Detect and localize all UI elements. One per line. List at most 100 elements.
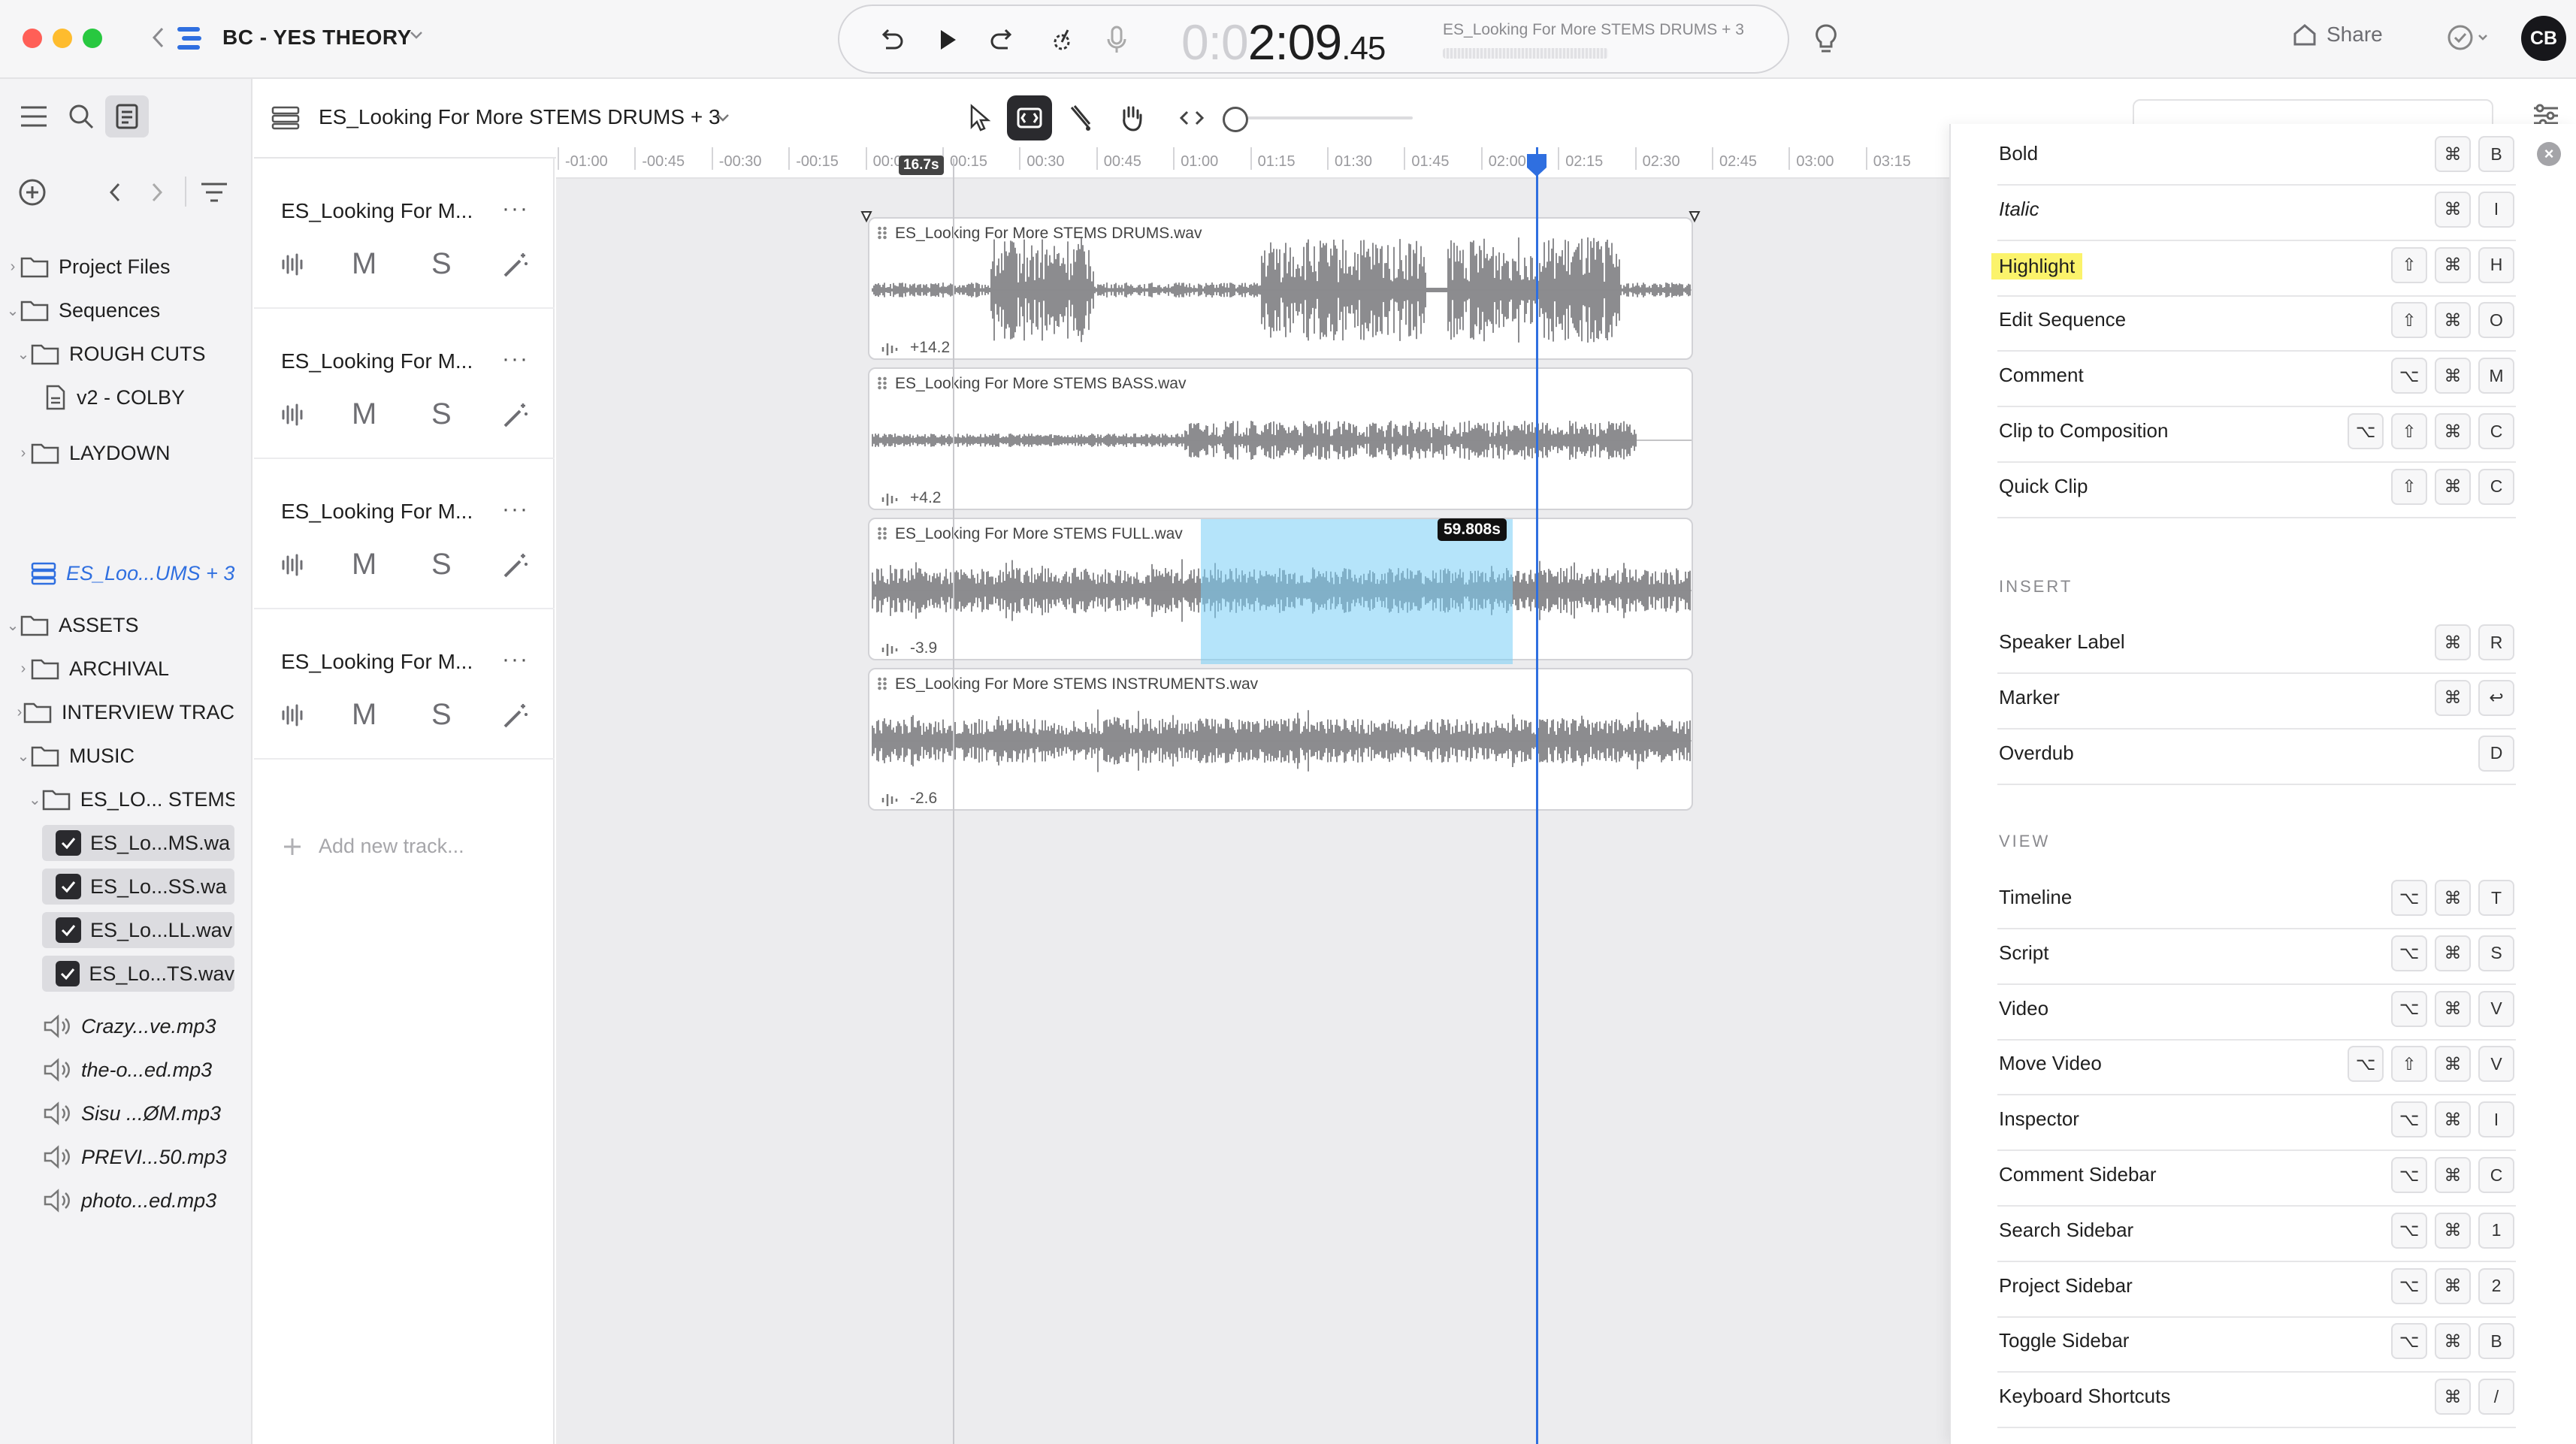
sidebar-item-stem-drums[interactable]: ES_Lo...MS.wa bbox=[42, 825, 234, 861]
sidebar-item-audio-file[interactable]: photo...ed.mp3 bbox=[42, 1183, 234, 1219]
chevron-down-icon[interactable]: ⌄ bbox=[17, 345, 30, 364]
solo-button[interactable]: S bbox=[431, 397, 452, 431]
magic-wand-icon[interactable] bbox=[500, 551, 531, 581]
sidebar-item-project-files[interactable]: › Project Files bbox=[6, 249, 246, 285]
project-title[interactable]: BC - YES THEORY bbox=[222, 26, 412, 50]
checkbox-checked[interactable] bbox=[56, 830, 81, 856]
zoom-slider-handle[interactable] bbox=[1223, 107, 1248, 132]
waveform-icon[interactable] bbox=[280, 252, 305, 277]
redo-icon[interactable] bbox=[988, 26, 1017, 54]
clip-gain[interactable]: +14.2 bbox=[910, 339, 950, 357]
audio-clip[interactable]: ES_Looking For More STEMS BASS.wav +4.2 bbox=[868, 367, 1693, 510]
chevron-down-icon[interactable]: ⌄ bbox=[6, 616, 20, 635]
menu-icon[interactable] bbox=[18, 101, 50, 131]
sequence-list-icon[interactable] bbox=[271, 105, 301, 131]
add-track-button[interactable]: Add new track... bbox=[281, 835, 464, 858]
track-name[interactable]: ES_Looking For M... bbox=[281, 199, 473, 223]
chevron-right-icon[interactable]: › bbox=[17, 445, 30, 462]
clip-start-pin-icon[interactable] bbox=[860, 210, 873, 225]
clip-gain[interactable]: +4.2 bbox=[910, 489, 941, 507]
clip-gain[interactable]: -3.9 bbox=[910, 639, 937, 657]
filter-icon[interactable] bbox=[198, 180, 230, 205]
close-window-button[interactable] bbox=[23, 29, 42, 48]
checkbox-checked[interactable] bbox=[56, 874, 81, 899]
timeline-canvas[interactable]: ES_Looking For More STEMS DRUMS.wav +14.… bbox=[556, 159, 1949, 1444]
search-icon[interactable] bbox=[66, 101, 96, 131]
nav-back-icon[interactable] bbox=[105, 180, 125, 205]
chevron-right-icon[interactable]: › bbox=[6, 258, 20, 276]
expand-width-icon[interactable] bbox=[1177, 107, 1207, 129]
track-name[interactable]: ES_Looking For M... bbox=[281, 650, 473, 674]
pointer-tool-button[interactable] bbox=[956, 95, 1001, 140]
close-panel-button[interactable]: × bbox=[2537, 142, 2561, 166]
track-name[interactable]: ES_Looking For M... bbox=[281, 500, 473, 524]
sidebar-item-interview-tracks[interactable]: › INTERVIEW TRAC bbox=[17, 694, 234, 730]
sequence-title[interactable]: ES_Looking For More STEMS DRUMS + 3 bbox=[319, 105, 721, 129]
avatar[interactable]: CB bbox=[2521, 16, 2566, 61]
checkbox-checked[interactable] bbox=[56, 961, 80, 986]
back-chevron-icon[interactable] bbox=[150, 26, 165, 50]
solo-button[interactable]: S bbox=[431, 548, 452, 582]
metronome-icon[interactable] bbox=[1047, 24, 1077, 54]
playhead-line[interactable] bbox=[1536, 147, 1538, 1444]
chevron-down-icon[interactable]: ⌄ bbox=[29, 790, 41, 809]
play-icon[interactable] bbox=[934, 26, 961, 54]
chevron-down-icon[interactable]: ⌄ bbox=[17, 747, 30, 766]
status-check-icon[interactable] bbox=[2447, 23, 2492, 53]
sidebar-item-stem-full[interactable]: ES_Lo...LL.wav bbox=[42, 912, 234, 948]
hand-tool-button[interactable] bbox=[1109, 95, 1154, 140]
sequence-dropdown-chevron-icon[interactable] bbox=[715, 113, 730, 123]
track-name[interactable]: ES_Looking For M... bbox=[281, 349, 473, 373]
sidebar-item-rough-cuts[interactable]: ⌄ ROUGH CUTS bbox=[17, 336, 246, 372]
sidebar-item-audio-file[interactable]: PREVI...50.mp3 bbox=[42, 1139, 234, 1175]
zoom-window-button[interactable] bbox=[83, 29, 102, 48]
sidebar-item-audio-file[interactable]: Crazy...ve.mp3 bbox=[42, 1008, 234, 1044]
now-playing-waveform[interactable] bbox=[1443, 48, 1608, 59]
track-more-button[interactable]: ··· bbox=[502, 346, 529, 372]
mute-button[interactable]: M bbox=[352, 548, 376, 582]
sidebar-item-stem-instruments[interactable]: ES_Lo...TS.wav bbox=[42, 956, 234, 992]
sidebar-item-assets[interactable]: ⌄ ASSETS bbox=[6, 607, 246, 643]
sidebar-item-archival[interactable]: › ARCHIVAL bbox=[17, 651, 246, 687]
sidebar-item-audio-file[interactable]: the-o...ed.mp3 bbox=[42, 1052, 234, 1088]
solo-button[interactable]: S bbox=[431, 247, 452, 281]
chevron-right-icon[interactable]: › bbox=[17, 704, 23, 721]
sidebar-item-laydown[interactable]: › LAYDOWN bbox=[17, 435, 246, 471]
chevron-right-icon[interactable]: › bbox=[17, 660, 30, 678]
chevron-down-icon[interactable]: ⌄ bbox=[6, 301, 20, 320]
magic-wand-icon[interactable] bbox=[500, 701, 531, 731]
project-dropdown-chevron-icon[interactable] bbox=[409, 30, 424, 41]
undo-icon[interactable] bbox=[877, 26, 906, 54]
track-more-button[interactable]: ··· bbox=[502, 196, 529, 222]
sidebar-item-audio-file[interactable]: Sisu ...ØM.mp3 bbox=[42, 1095, 234, 1131]
blade-tool-button[interactable] bbox=[1058, 95, 1103, 140]
sidebar-item-sequences[interactable]: ⌄ Sequences bbox=[6, 292, 246, 328]
magic-wand-icon[interactable] bbox=[500, 400, 531, 430]
waveform-icon[interactable] bbox=[280, 552, 305, 578]
audio-clip[interactable]: ES_Looking For More STEMS INSTRUMENTS.wa… bbox=[868, 668, 1693, 811]
timeline-ruler[interactable]: -01:00 -00:45 -00:30 -00:15 00:00 00:15 00:30 0… bbox=[556, 147, 1949, 179]
share-button[interactable]: Share bbox=[2292, 23, 2383, 47]
sidebar-item-v2-colby[interactable]: v2 - COLBY bbox=[44, 379, 246, 415]
waveform-icon[interactable] bbox=[280, 402, 305, 427]
minimize-window-button[interactable] bbox=[53, 29, 72, 48]
magic-wand-icon[interactable] bbox=[500, 250, 531, 280]
clip-gain[interactable]: -2.6 bbox=[910, 790, 937, 808]
mute-button[interactable]: M bbox=[352, 397, 376, 431]
sidebar-item-music[interactable]: ⌄ MUSIC bbox=[17, 738, 246, 774]
record-microphone-icon[interactable] bbox=[1104, 24, 1129, 56]
nav-forward-icon[interactable] bbox=[147, 180, 167, 205]
sidebar-item-stems-folder[interactable]: ⌄ ES_LO... STEMS bbox=[29, 781, 234, 817]
track-more-button[interactable]: ··· bbox=[502, 647, 529, 672]
lightbulb-icon[interactable] bbox=[1811, 23, 1841, 56]
sidebar-item-stem-bass[interactable]: ES_Lo...SS.wa bbox=[42, 869, 234, 905]
audio-clip[interactable]: ES_Looking For More STEMS DRUMS.wav +14.… bbox=[868, 217, 1693, 360]
mute-button[interactable]: M bbox=[352, 698, 376, 732]
add-circle-icon[interactable] bbox=[17, 177, 48, 208]
waveform-icon[interactable] bbox=[280, 702, 305, 728]
zoom-slider-track[interactable] bbox=[1247, 116, 1413, 119]
solo-button[interactable]: S bbox=[431, 698, 452, 732]
sidebar-item-active-sequence[interactable]: ES_Loo...UMS + 3 bbox=[30, 555, 246, 591]
track-more-button[interactable]: ··· bbox=[502, 497, 529, 522]
project-files-view-icon[interactable] bbox=[105, 95, 149, 137]
